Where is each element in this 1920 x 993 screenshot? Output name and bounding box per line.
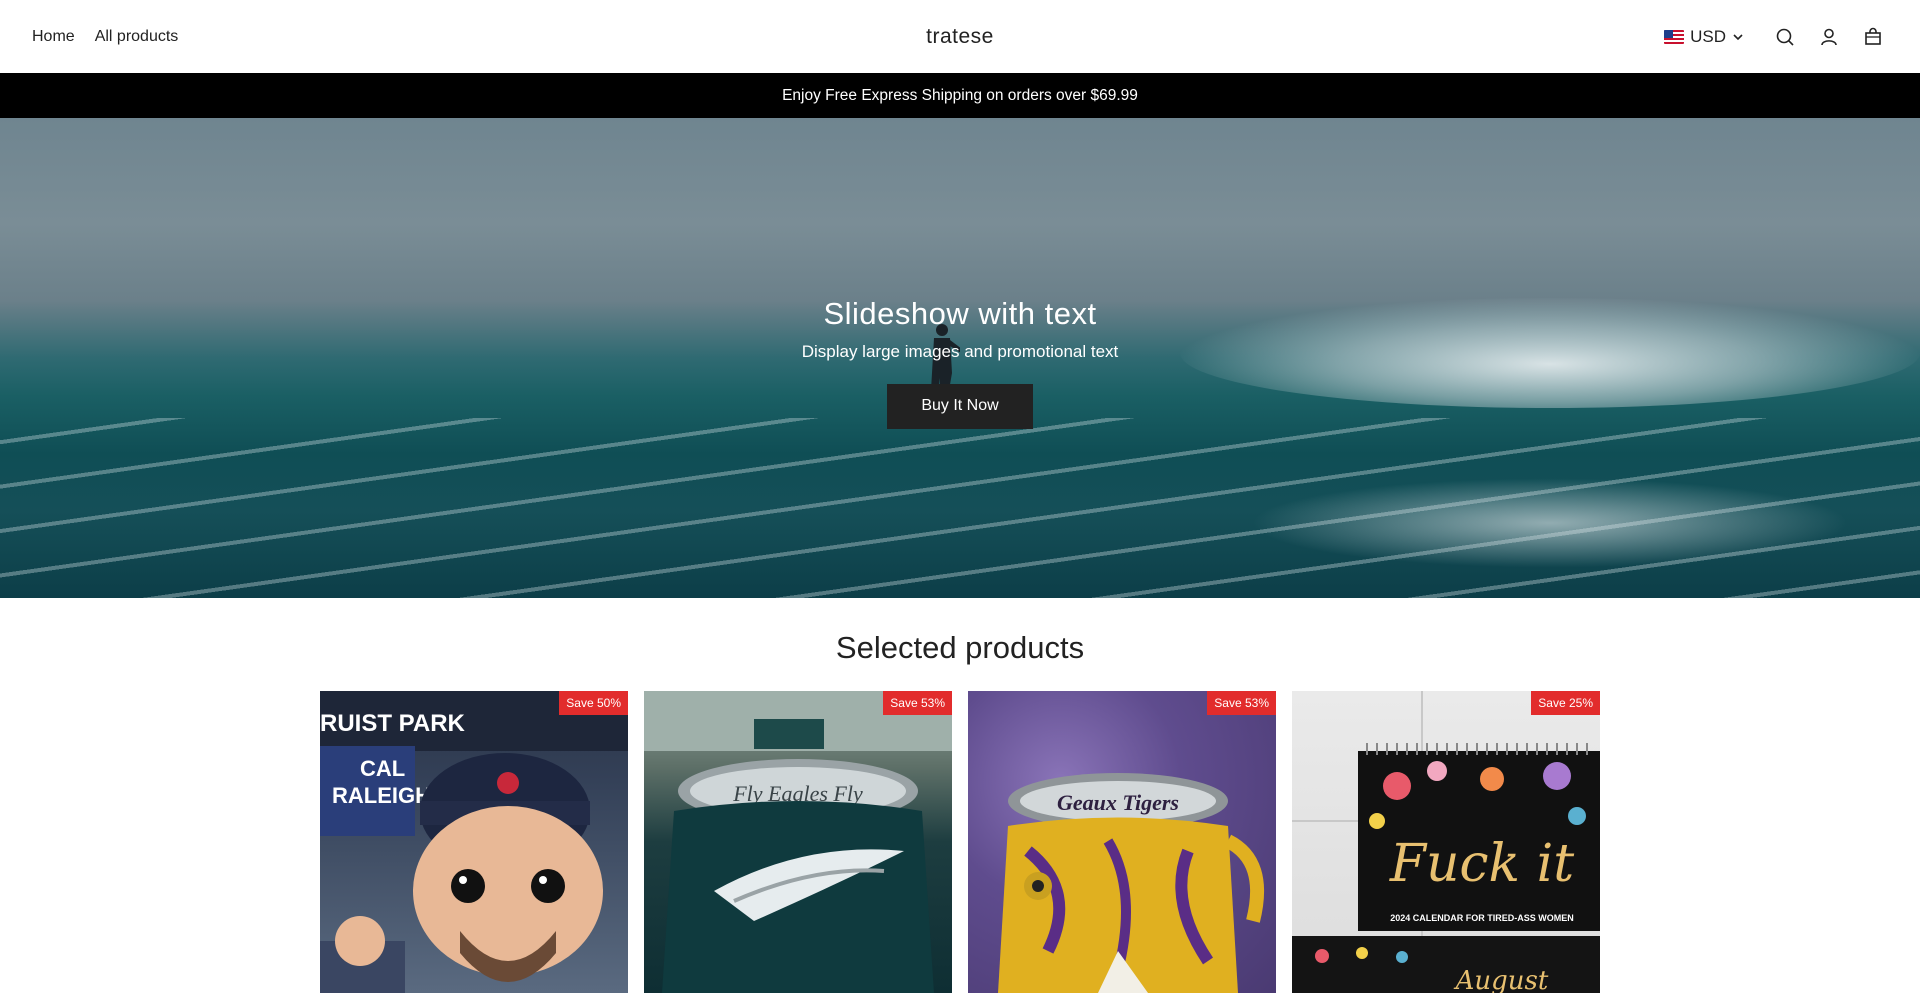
- cart-icon[interactable]: [1862, 26, 1884, 48]
- section-title: Selected products: [835, 630, 1085, 665]
- product-card[interactable]: Save 53% Fly Eagles Fly: [644, 691, 952, 993]
- product-image-text: Fuck it: [1389, 834, 1574, 894]
- buy-it-now-button[interactable]: Buy It Now: [887, 383, 1033, 429]
- product-image-text: Geaux Tigers: [1057, 790, 1179, 815]
- brand-logo[interactable]: tratese: [926, 25, 994, 49]
- product-image[interactable]: Fly Eagles Fly: [644, 691, 952, 993]
- nav-home-link[interactable]: Home: [32, 28, 75, 46]
- header-actions: USD: [1664, 0, 1884, 73]
- main-nav: Home All products: [32, 0, 178, 73]
- hero-subtitle: Display large images and promotional tex…: [801, 341, 1119, 361]
- hero-content: Slideshow with text Display large images…: [0, 118, 1920, 598]
- product-image-text: CAL: [360, 756, 405, 781]
- sale-badge: Save 53%: [1207, 691, 1276, 715]
- site-header: Home All products tratese USD: [0, 0, 1920, 73]
- currency-label: USD: [1690, 26, 1726, 46]
- product-grid: Save 50% RUIST PARK CAL RALEIGH Save 53%…: [320, 691, 1600, 993]
- chevron-down-icon: [1733, 33, 1743, 40]
- currency-selector[interactable]: USD: [1664, 27, 1744, 47]
- product-image-text: RALEIGH: [332, 783, 431, 808]
- product-card[interactable]: Save 25% Fuck it 2024 CALENDAR FOR TIRED…: [1292, 691, 1600, 993]
- hero-slideshow: Slideshow with text Display large images…: [0, 118, 1920, 598]
- announcement-bar: Enjoy Free Express Shipping on orders ov…: [0, 73, 1920, 118]
- brand-container: tratese: [0, 0, 1920, 73]
- sale-badge: Save 25%: [1531, 691, 1600, 715]
- search-icon[interactable]: [1774, 26, 1796, 48]
- product-image-text: 2024 CALENDAR FOR TIRED-ASS WOMEN: [1390, 913, 1574, 923]
- nav-all-products-link[interactable]: All products: [95, 28, 179, 46]
- product-image[interactable]: RUIST PARK CAL RALEIGH: [320, 691, 628, 993]
- hero-title: Slideshow with text: [823, 295, 1097, 331]
- product-image[interactable]: Fuck it 2024 CALENDAR FOR TIRED-ASS WOME…: [1292, 691, 1600, 993]
- account-icon[interactable]: [1818, 26, 1840, 48]
- product-card[interactable]: Save 50% RUIST PARK CAL RALEIGH: [320, 691, 628, 993]
- us-flag-icon: [1664, 29, 1685, 44]
- announcement-text: Enjoy Free Express Shipping on orders ov…: [782, 86, 1138, 104]
- product-image-text: August: [1454, 966, 1549, 993]
- product-image-text: RUIST PARK: [320, 710, 466, 737]
- sale-badge: Save 50%: [559, 691, 628, 715]
- product-card[interactable]: Save 53% Geaux Tigers: [968, 691, 1276, 993]
- sale-badge: Save 53%: [883, 691, 952, 715]
- product-image[interactable]: Geaux Tigers: [968, 691, 1276, 993]
